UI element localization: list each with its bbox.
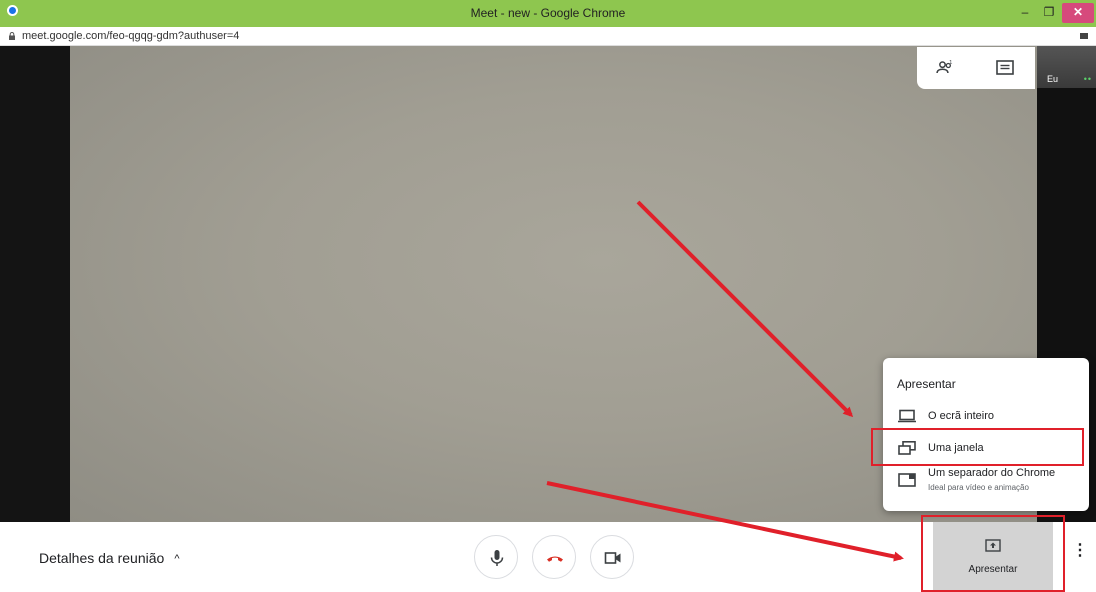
highlight-present-button	[921, 515, 1065, 592]
people-chat-panel: 1	[917, 47, 1035, 89]
chrome-tab-sublabel: Ideal para vídeo e animação	[928, 483, 1029, 492]
people-icon[interactable]: 1	[935, 59, 955, 77]
close-button[interactable]: ✕	[1062, 3, 1094, 23]
present-menu-header: Apresentar	[897, 377, 956, 391]
video-camera-icon	[604, 552, 621, 564]
hangup-button[interactable]	[532, 535, 576, 579]
minimize-button[interactable]: –	[1014, 3, 1036, 23]
meeting-details-toggle[interactable]: Detalhes da reunião ^	[39, 550, 179, 566]
chat-icon[interactable]	[995, 59, 1015, 77]
meeting-details-label: Detalhes da reunião	[39, 550, 165, 566]
lock-icon	[9, 32, 15, 40]
camera-in-use-icon[interactable]	[1080, 33, 1088, 39]
phone-hangup-icon	[547, 556, 563, 562]
chrome-tab-icon	[898, 473, 916, 487]
microphone-icon	[490, 550, 504, 566]
chrome-tab-label: Um separador do Chrome	[928, 467, 1056, 479]
url-text[interactable]: meet.google.com/feo-qgqg-gdm?authuser=4	[22, 30, 239, 42]
entire-screen-label: O ecrã inteiro	[928, 410, 995, 422]
highlight-window-option	[871, 428, 1084, 466]
present-chrome-tab-item[interactable]: Um separador do Chrome Ideal para vídeo …	[883, 462, 1089, 498]
microphone-button[interactable]	[474, 535, 518, 579]
browser-window: Meet - new - Google Chrome – ❐ ✕ meet.go…	[0, 0, 1096, 592]
audio-indicator: ••	[1083, 74, 1092, 84]
maximize-button[interactable]: ❐	[1038, 3, 1060, 23]
self-label: Eu	[1047, 74, 1059, 84]
more-options-icon[interactable]: ⋮	[1072, 543, 1088, 559]
present-entire-screen-item[interactable]: O ecrã inteiro	[883, 402, 1089, 430]
people-count: 1	[949, 60, 952, 66]
title-bar: Meet - new - Google Chrome – ❐ ✕	[0, 0, 1096, 27]
laptop-icon	[898, 409, 916, 423]
camera-button[interactable]	[590, 535, 634, 579]
window-title: Meet - new - Google Chrome	[470, 6, 626, 20]
self-video-tile[interactable]: Eu ••	[1037, 46, 1096, 88]
chevron-up-icon: ^	[174, 553, 180, 565]
letterbox-left	[0, 46, 70, 522]
address-bar[interactable]: meet.google.com/feo-qgqg-gdm?authuser=4	[0, 27, 1096, 46]
